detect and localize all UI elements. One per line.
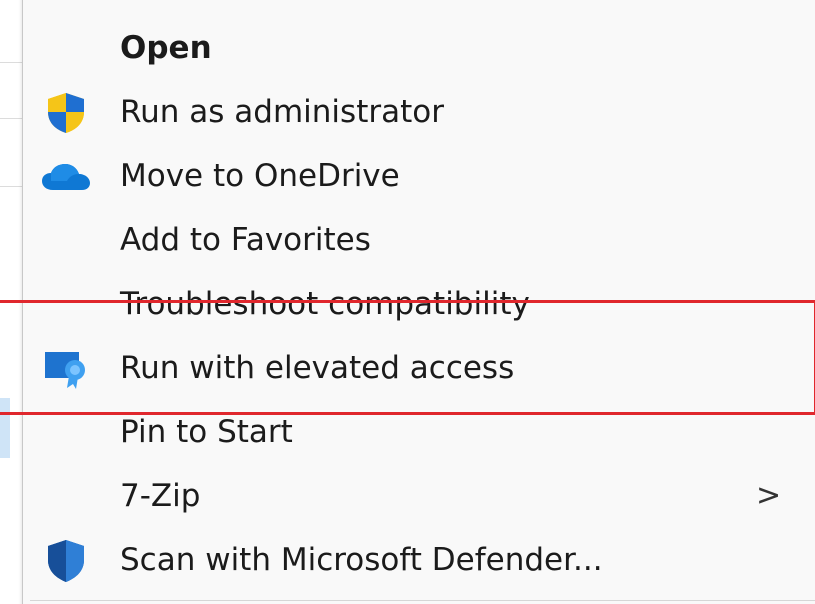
menu-item-scan-with-microsoft-defender[interactable]: Scan with Microsoft Defender... — [23, 528, 815, 592]
explorer-background — [0, 0, 22, 604]
menu-item-label: Move to OneDrive — [120, 158, 400, 194]
desktop-stage: Open Run as administrator Move to OneDri… — [0, 0, 815, 604]
menu-item-run-with-elevated-access[interactable]: Run with elevated access — [23, 336, 815, 400]
menu-item-label: Scan with Microsoft Defender... — [120, 542, 603, 578]
context-menu: Open Run as administrator Move to OneDri… — [22, 0, 815, 604]
menu-item-troubleshoot-compatibility[interactable]: Troubleshoot compatibility — [23, 272, 815, 336]
menu-bottom-divider — [30, 600, 815, 601]
menu-item-label: Add to Favorites — [120, 222, 371, 258]
menu-item-label: Run with elevated access — [120, 350, 515, 386]
elevated-access-badge-icon — [41, 349, 91, 389]
uac-shield-icon — [41, 93, 91, 133]
menu-item-run-as-administrator[interactable]: Run as administrator — [23, 80, 815, 144]
defender-shield-icon — [41, 540, 91, 582]
submenu-chevron-icon: > — [756, 478, 782, 513]
menu-item-label: Troubleshoot compatibility — [120, 286, 530, 322]
menu-item-label: Run as administrator — [120, 94, 444, 130]
menu-item-label: Open — [120, 30, 212, 66]
menu-item-pin-to-start[interactable]: Pin to Start — [23, 400, 815, 464]
explorer-row-divider — [0, 186, 22, 187]
menu-item-label: Pin to Start — [120, 414, 293, 450]
menu-item-move-to-onedrive[interactable]: Move to OneDrive — [23, 144, 815, 208]
menu-item-label: 7-Zip — [120, 478, 201, 514]
menu-item-add-to-favorites[interactable]: Add to Favorites — [23, 208, 815, 272]
explorer-row-divider — [0, 62, 22, 63]
explorer-row-divider — [0, 118, 22, 119]
onedrive-cloud-icon — [41, 157, 91, 197]
menu-item-open[interactable]: Open — [23, 16, 815, 80]
menu-item-7-zip[interactable]: 7-Zip > — [23, 464, 815, 528]
explorer-selected-row — [0, 398, 10, 458]
